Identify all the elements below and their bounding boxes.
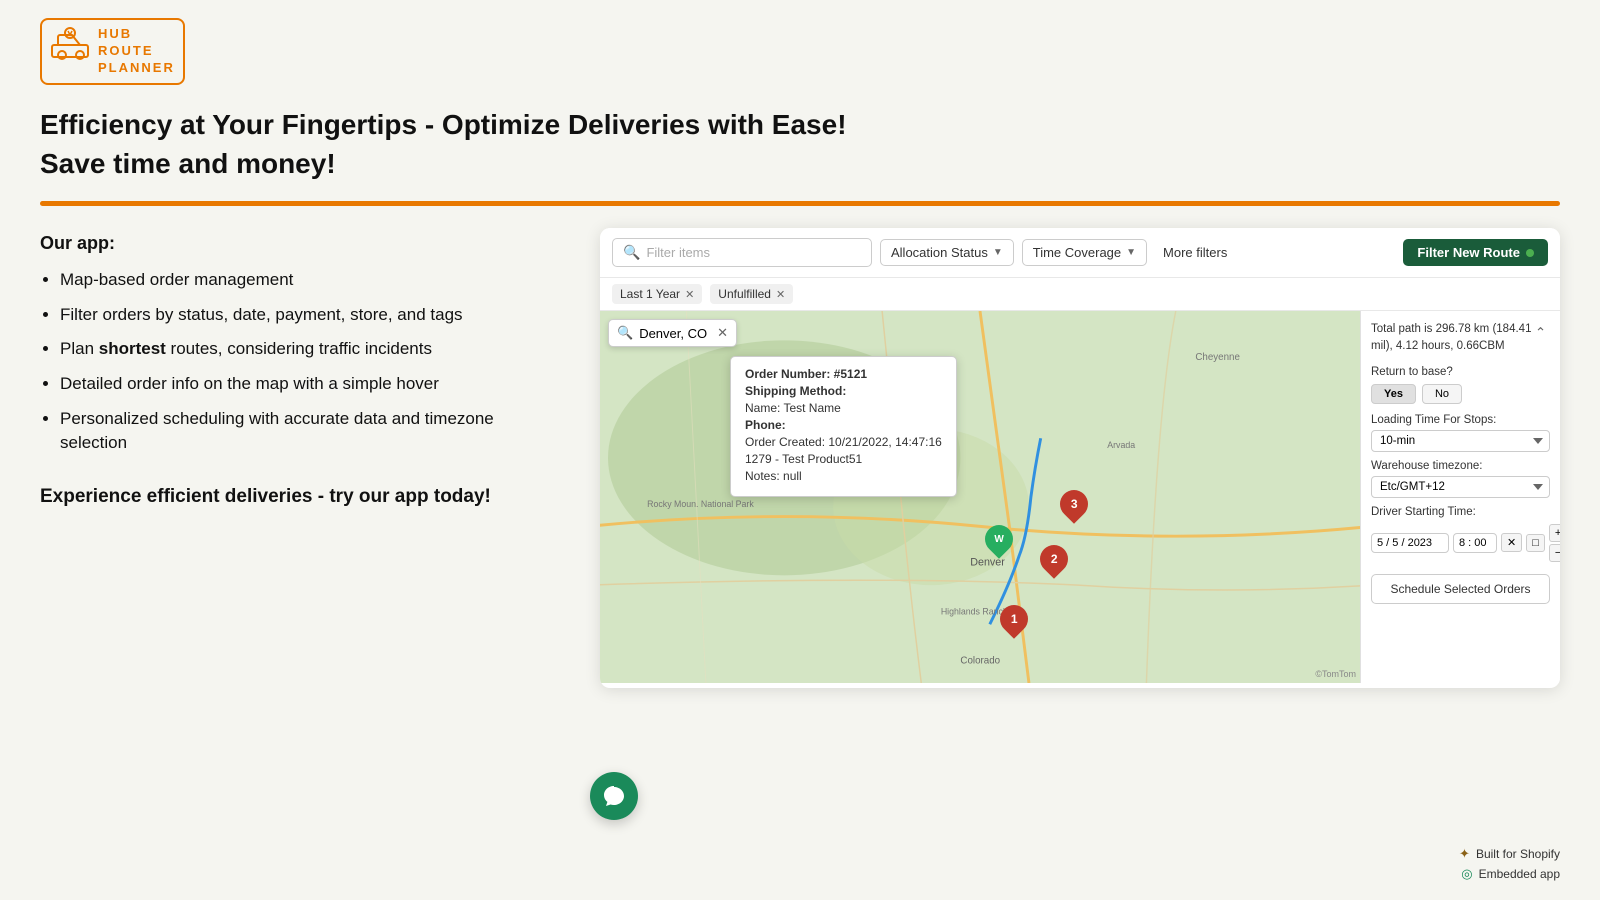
list-item: Personalized scheduling with accurate da… [60, 407, 560, 456]
driver-start-label: Driver Starting Time: [1371, 506, 1550, 518]
embedded-icon: ◎ [1461, 866, 1472, 882]
our-app-title: Our app: [40, 233, 560, 254]
right-sidebar: ⌃ Total path is 296.78 km (184.41 mil), … [1360, 311, 1560, 683]
svg-text:Cheyenne: Cheyenne [1195, 352, 1240, 363]
tag-last-year: Last 1 Year ✕ [612, 284, 702, 304]
tags-row: Last 1 Year ✕ Unfulfilled ✕ [600, 278, 1560, 311]
chat-bubble[interactable] [590, 772, 638, 820]
loading-time-select[interactable]: 10-min [1371, 430, 1550, 452]
time-coverage-btn[interactable]: Time Coverage ▼ [1022, 239, 1147, 266]
embedded-badge: ◎ Embedded app [1461, 866, 1560, 882]
orange-divider [40, 201, 1560, 206]
warehouse-tz-label: Warehouse timezone: [1371, 460, 1550, 472]
denver-search[interactable]: 🔍 Denver, CO ✕ [608, 319, 737, 347]
tag-unfulfilled: Unfulfilled ✕ [710, 284, 793, 304]
remove-tag-icon[interactable]: ✕ [685, 288, 694, 301]
schedule-selected-orders-btn[interactable]: Schedule Selected Orders [1371, 574, 1550, 604]
main-content: Our app: Map-based order management Filt… [0, 228, 1600, 688]
shipping-method: Shipping Method: [745, 384, 942, 398]
list-item: Map-based order management [60, 268, 560, 293]
embedded-label: Embedded app [1479, 867, 1560, 881]
hero-title: Efficiency at Your Fingertips - Optimize… [40, 105, 1560, 183]
chat-icon [602, 784, 626, 808]
search-placeholder: Filter items [646, 245, 710, 260]
driver-time-row: ✕ □ + − ⬆ [1371, 524, 1550, 562]
logo-icon [50, 27, 90, 75]
order-phone: Phone: [745, 418, 942, 432]
time-stepper: + − [1549, 524, 1560, 562]
order-notes: Notes: null [745, 469, 942, 483]
no-btn[interactable]: No [1422, 384, 1462, 404]
order-popup: Order Number: #5121 Shipping Method: Nam… [730, 356, 957, 497]
cta-text: Experience efficient deliveries - try ou… [40, 484, 560, 511]
search-icon: 🔍 [623, 244, 640, 261]
more-filters-btn[interactable]: More filters [1155, 240, 1235, 265]
close-search-icon[interactable]: ✕ [717, 325, 728, 341]
chevron-down-icon: ▼ [993, 247, 1003, 258]
driver-date-input[interactable] [1371, 533, 1449, 553]
toolbar: 🔍 Filter items Allocation Status ▼ Time … [600, 228, 1560, 278]
loading-time-label: Loading Time For Stops: [1371, 414, 1550, 426]
footer-badges: ✦ Built for Shopify ◎ Embedded app [1459, 846, 1560, 882]
svg-text:Colorado: Colorado [960, 655, 1000, 666]
logo-text: HUB ROUTE PLANNER [98, 26, 175, 77]
allocation-status-btn[interactable]: Allocation Status ▼ [880, 239, 1014, 266]
svg-text:Rocky Moun. National Park: Rocky Moun. National Park [647, 499, 754, 509]
order-product: 1279 - Test Product51 [745, 452, 942, 466]
order-name: Name: Test Name [745, 401, 942, 415]
return-base-label: Return to base? [1371, 366, 1550, 378]
calendar-btn[interactable]: □ [1526, 534, 1545, 552]
search-box[interactable]: 🔍 Filter items [612, 238, 872, 267]
header: HUB ROUTE PLANNER [0, 0, 1600, 95]
order-number: Order Number: #5121 [745, 367, 942, 381]
warehouse-tz-select[interactable]: Etc/GMT+12 [1371, 476, 1550, 498]
yes-no-btns: Yes No [1371, 384, 1550, 404]
svg-text:Denver: Denver [970, 557, 1005, 569]
map-area: Denver Highlands Ranch Arvada Cheyenne R… [600, 311, 1560, 683]
logo[interactable]: HUB ROUTE PLANNER [40, 18, 185, 85]
shopify-icon: ✦ [1459, 846, 1470, 862]
clear-time-btn[interactable]: ✕ [1501, 533, 1522, 552]
hero-section: Efficiency at Your Fingertips - Optimize… [0, 95, 1600, 183]
filter-new-route-btn[interactable]: Filter New Route [1403, 239, 1548, 266]
svg-text:Arvada: Arvada [1107, 440, 1135, 450]
time-minus-btn[interactable]: − [1549, 544, 1560, 562]
list-item: Plan shortest routes, considering traffi… [60, 337, 560, 362]
yes-btn[interactable]: Yes [1371, 384, 1416, 404]
feature-list: Map-based order management Filter orders… [40, 268, 560, 456]
path-info: Total path is 296.78 km (184.41 mil), 4.… [1371, 321, 1550, 356]
list-item: Filter orders by status, date, payment, … [60, 303, 560, 328]
chevron-down-icon: ▼ [1126, 247, 1136, 258]
denver-search-value: Denver, CO [639, 326, 707, 341]
shopify-badge: ✦ Built for Shopify [1459, 846, 1560, 862]
left-panel: Our app: Map-based order management Filt… [40, 228, 560, 688]
search-icon: 🔍 [617, 325, 633, 341]
time-plus-btn[interactable]: + [1549, 524, 1560, 542]
map-svg: Denver Highlands Ranch Arvada Cheyenne R… [600, 311, 1360, 683]
app-panel: 🔍 Filter items Allocation Status ▼ Time … [600, 228, 1560, 688]
list-item: Detailed order info on the map with a si… [60, 372, 560, 397]
order-created: Order Created: 10/21/2022, 14:47:16 [745, 435, 942, 449]
shopify-label: Built for Shopify [1476, 847, 1560, 861]
tomtom-credit: ©TomTom [1315, 669, 1356, 679]
driver-time-input[interactable] [1453, 533, 1497, 553]
svg-text:Highlands Ranch: Highlands Ranch [941, 607, 1008, 617]
remove-tag-icon[interactable]: ✕ [776, 288, 785, 301]
map-background[interactable]: Denver Highlands Ranch Arvada Cheyenne R… [600, 311, 1360, 683]
status-dot [1526, 249, 1534, 257]
